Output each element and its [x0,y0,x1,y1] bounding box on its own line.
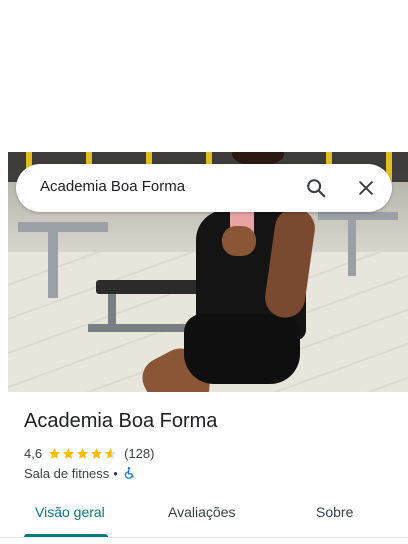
review-count[interactable]: (128) [124,446,154,461]
tabs-divider [0,537,408,538]
star-icon [76,447,89,459]
search-icon-glyph [307,179,326,198]
photo-person-shorts [184,314,300,384]
photo-machine [18,222,108,232]
place-category: Sala de fitness [24,465,110,481]
close-icon-glyph [359,181,373,195]
close-icon[interactable] [352,174,380,202]
tab-reviews[interactable]: Avaliações [168,504,235,520]
rating-value: 4,6 [24,445,43,461]
photo-bench-leg [88,324,198,332]
star-icon [90,447,103,459]
star-half-icon [104,447,117,459]
search-query-text[interactable]: Academia Boa Forma [40,178,185,195]
photo-bench [96,280,206,294]
photo-person-hand [222,226,256,256]
map-area-blank [0,0,408,152]
photo-machine [48,228,58,298]
search-icon[interactable] [302,174,330,202]
star-icon [62,447,75,459]
star-rating [48,447,118,460]
place-tabs: Visão geral Avaliações Sobre [0,496,408,537]
place-title: Academia Boa Forma [24,410,218,432]
photo-machine [348,216,356,276]
wheelchair-accessible-icon [124,467,134,479]
star-icon [48,447,61,459]
photo-machine [318,212,398,220]
search-bar[interactable]: Academia Boa Forma [16,164,392,212]
category-row: Sala de fitness • [24,465,136,481]
tab-overview[interactable]: Visão geral [35,504,105,520]
rating-row[interactable]: 4,6 (128) [24,445,154,461]
separator-dot: • [113,465,118,481]
tab-about[interactable]: Sobre [316,504,353,520]
